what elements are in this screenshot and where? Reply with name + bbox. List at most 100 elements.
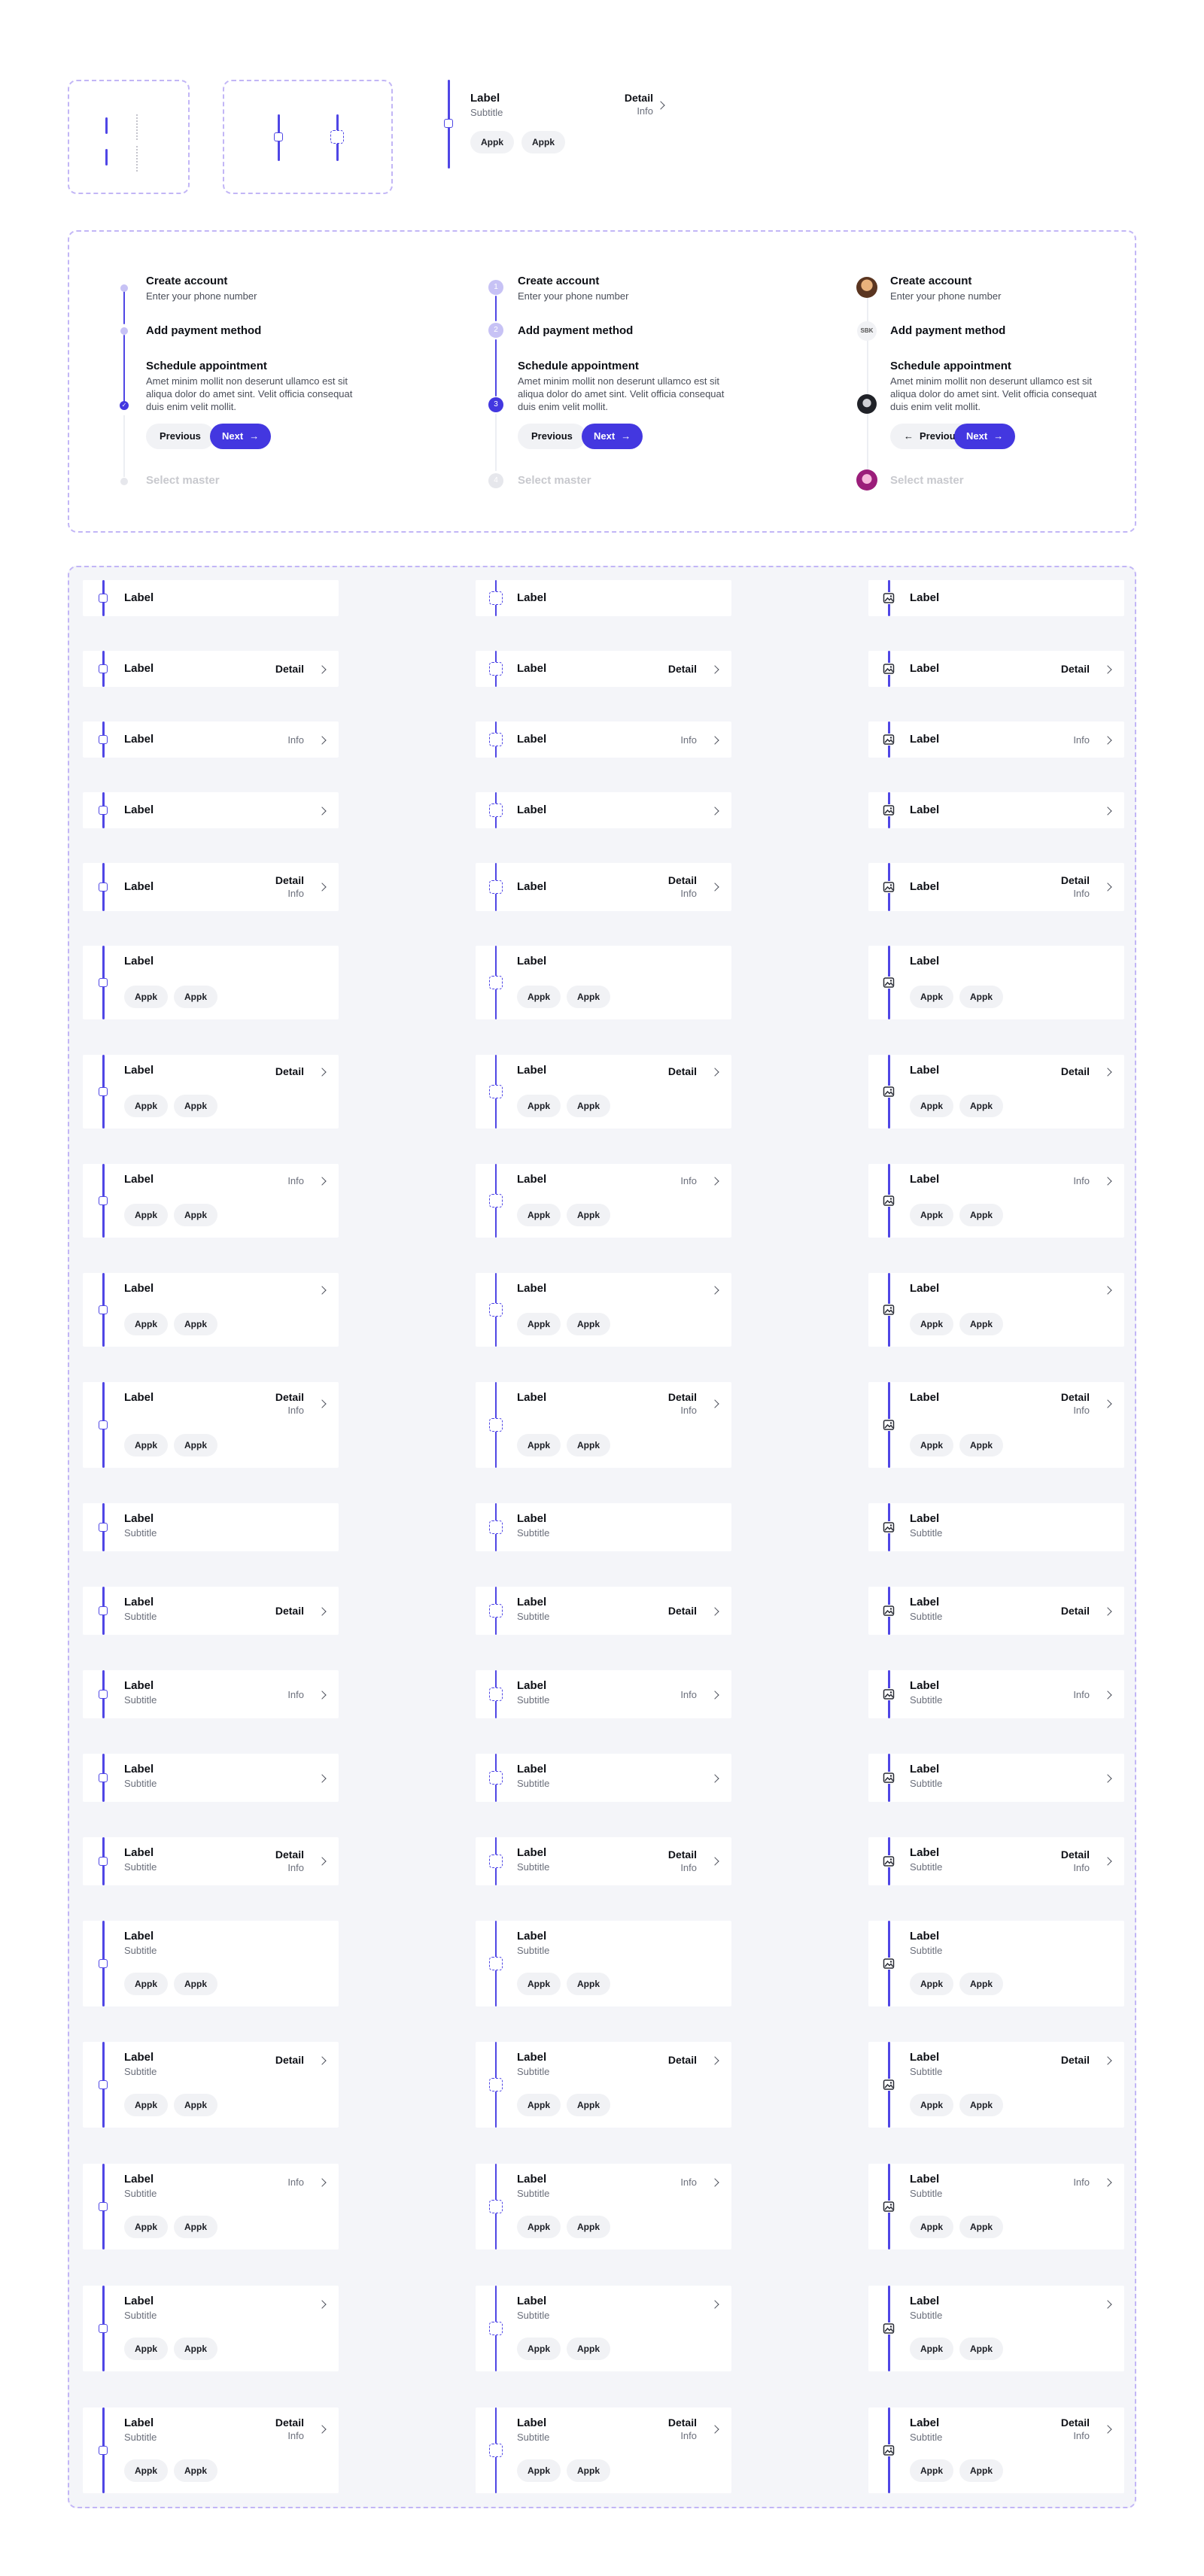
chip[interactable]: Appk bbox=[124, 2338, 168, 2360]
chevron-right-icon[interactable] bbox=[1103, 1399, 1112, 1408]
chevron-right-icon[interactable] bbox=[318, 2300, 327, 2309]
list-item[interactable]: Label Detail Appk Appk bbox=[83, 1055, 339, 1129]
list-item[interactable]: Label bbox=[868, 792, 1124, 828]
chevron-right-icon[interactable] bbox=[1103, 2178, 1112, 2187]
list-item[interactable]: Label Appk Appk bbox=[868, 1273, 1124, 1347]
list-item[interactable]: Label Appk Appk bbox=[868, 946, 1124, 1019]
chip[interactable]: Appk bbox=[517, 2216, 561, 2238]
chip[interactable]: Appk bbox=[470, 131, 514, 153]
list-item[interactable]: Label Subtitle Info bbox=[83, 1670, 339, 1718]
chevron-right-icon[interactable] bbox=[318, 2056, 327, 2065]
chevron-right-icon[interactable] bbox=[710, 1773, 719, 1783]
chip[interactable]: Appk bbox=[517, 986, 561, 1008]
list-item[interactable]: Label Subtitle Info Appk Appk bbox=[83, 2164, 339, 2249]
chevron-right-icon[interactable] bbox=[710, 1399, 719, 1408]
chevron-right-icon[interactable] bbox=[318, 1399, 327, 1408]
chevron-right-icon[interactable] bbox=[1103, 2056, 1112, 2065]
chip[interactable]: Appk bbox=[517, 2094, 561, 2116]
list-item[interactable]: Label bbox=[476, 580, 731, 616]
chip[interactable]: Appk bbox=[910, 1434, 953, 1457]
list-item[interactable]: Label Subtitle Detail Info Appk Appk bbox=[868, 2407, 1124, 2493]
list-item[interactable]: Label Subtitle Detail bbox=[83, 1587, 339, 1635]
chip[interactable]: Appk bbox=[959, 986, 1003, 1008]
chevron-right-icon[interactable] bbox=[710, 806, 719, 816]
list-item[interactable]: Label bbox=[83, 580, 339, 616]
list-item[interactable]: Label Detail Appk Appk bbox=[868, 1055, 1124, 1129]
chevron-right-icon[interactable] bbox=[710, 2425, 719, 2434]
chevron-right-icon[interactable] bbox=[710, 1286, 719, 1295]
list-item[interactable]: Label Subtitle Detail Info Appk Appk bbox=[83, 2407, 339, 2493]
list-item[interactable]: Label Info Appk Appk bbox=[83, 1164, 339, 1238]
chip[interactable]: Appk bbox=[567, 2216, 610, 2238]
chip[interactable]: Appk bbox=[910, 1973, 953, 1995]
list-item[interactable]: Label Subtitle Appk Appk bbox=[83, 1921, 339, 2006]
chip[interactable]: Appk bbox=[124, 1313, 168, 1335]
chip[interactable]: Appk bbox=[567, 1095, 610, 1117]
chip[interactable]: Appk bbox=[567, 1204, 610, 1226]
chip[interactable]: Appk bbox=[124, 2216, 168, 2238]
list-item[interactable]: Label Detail bbox=[476, 651, 731, 687]
chevron-right-icon[interactable] bbox=[318, 1773, 327, 1783]
chip[interactable]: Appk bbox=[567, 1434, 610, 1457]
list-item[interactable]: Label Info Appk Appk bbox=[476, 1164, 731, 1238]
chevron-right-icon[interactable] bbox=[1103, 1857, 1112, 1866]
chevron-right-icon[interactable] bbox=[1103, 1286, 1112, 1295]
list-item[interactable]: Label Subtitle Appk Appk bbox=[476, 2286, 731, 2371]
chevron-right-icon[interactable] bbox=[318, 735, 327, 745]
chevron-right-icon[interactable] bbox=[710, 664, 719, 674]
chip[interactable]: Appk bbox=[959, 2459, 1003, 2482]
chevron-right-icon[interactable] bbox=[1103, 2425, 1112, 2434]
list-item[interactable]: Label Subtitle Info bbox=[868, 1670, 1124, 1718]
next-button[interactable]: Next → bbox=[582, 424, 643, 449]
list-item[interactable]: Label Subtitle bbox=[868, 1754, 1124, 1802]
list-item[interactable]: Label Appk Appk bbox=[476, 946, 731, 1019]
chip[interactable]: Appk bbox=[567, 1313, 610, 1335]
chevron-right-icon[interactable] bbox=[318, 2178, 327, 2187]
list-item[interactable]: Label Detail Info bbox=[83, 863, 339, 911]
list-item[interactable]: Label Detail bbox=[83, 651, 339, 687]
chevron-right-icon[interactable] bbox=[318, 1857, 327, 1866]
list-item[interactable]: Label Subtitle Appk Appk bbox=[83, 2286, 339, 2371]
chevron-right-icon[interactable] bbox=[318, 1177, 327, 1186]
chip[interactable]: Appk bbox=[124, 1204, 168, 1226]
list-item[interactable]: Label Subtitle Detail bbox=[476, 1587, 731, 1635]
chip[interactable]: Appk bbox=[567, 986, 610, 1008]
chip[interactable]: Appk bbox=[174, 986, 217, 1008]
chevron-right-icon[interactable] bbox=[710, 1068, 719, 1077]
chip[interactable]: Appk bbox=[174, 1434, 217, 1457]
list-item[interactable]: Label Subtitle bbox=[83, 1503, 339, 1551]
chip[interactable]: Appk bbox=[124, 986, 168, 1008]
chevron-right-icon[interactable] bbox=[1103, 882, 1112, 892]
chip[interactable]: Appk bbox=[174, 1095, 217, 1117]
chip[interactable]: Appk bbox=[567, 1973, 610, 1995]
list-item[interactable]: Label Subtitle Info bbox=[476, 1670, 731, 1718]
list-item[interactable]: Label Subtitle Detail Info bbox=[868, 1837, 1124, 1885]
list-item[interactable]: Label bbox=[83, 792, 339, 828]
chip[interactable]: Appk bbox=[959, 1973, 1003, 1995]
chevron-right-icon[interactable] bbox=[318, 1690, 327, 1700]
list-item[interactable]: Label Subtitle Detail Appk Appk bbox=[868, 2042, 1124, 2128]
next-button[interactable]: Next → bbox=[954, 424, 1016, 449]
chip[interactable]: Appk bbox=[517, 1095, 561, 1117]
chevron-right-icon[interactable] bbox=[1103, 1177, 1112, 1186]
list-item[interactable]: Label Detail Appk Appk bbox=[476, 1055, 731, 1129]
list-item[interactable]: Label Info bbox=[476, 721, 731, 758]
chevron-right-icon[interactable] bbox=[710, 1857, 719, 1866]
chip[interactable]: Appk bbox=[521, 131, 565, 153]
chip[interactable]: Appk bbox=[959, 1313, 1003, 1335]
chip[interactable]: Appk bbox=[124, 2094, 168, 2116]
chip[interactable]: Appk bbox=[517, 1434, 561, 1457]
list-item[interactable]: Label Info Appk Appk bbox=[868, 1164, 1124, 1238]
chip[interactable]: Appk bbox=[124, 2459, 168, 2482]
chip[interactable]: Appk bbox=[517, 1313, 561, 1335]
list-item[interactable]: Label Detail Info bbox=[476, 863, 731, 911]
chevron-right-icon[interactable] bbox=[710, 1177, 719, 1186]
list-item[interactable]: Label Subtitle Detail bbox=[868, 1587, 1124, 1635]
list-item[interactable]: Label Subtitle Detail Appk Appk bbox=[83, 2042, 339, 2128]
chevron-right-icon[interactable] bbox=[710, 1606, 719, 1616]
chip[interactable]: Appk bbox=[174, 2459, 217, 2482]
chip[interactable]: Appk bbox=[959, 1434, 1003, 1457]
list-item[interactable]: Label Subtitle bbox=[868, 1503, 1124, 1551]
chevron-right-icon[interactable] bbox=[1103, 1773, 1112, 1783]
list-item[interactable]: Label Subtitle Detail Info Appk Appk bbox=[476, 2407, 731, 2493]
